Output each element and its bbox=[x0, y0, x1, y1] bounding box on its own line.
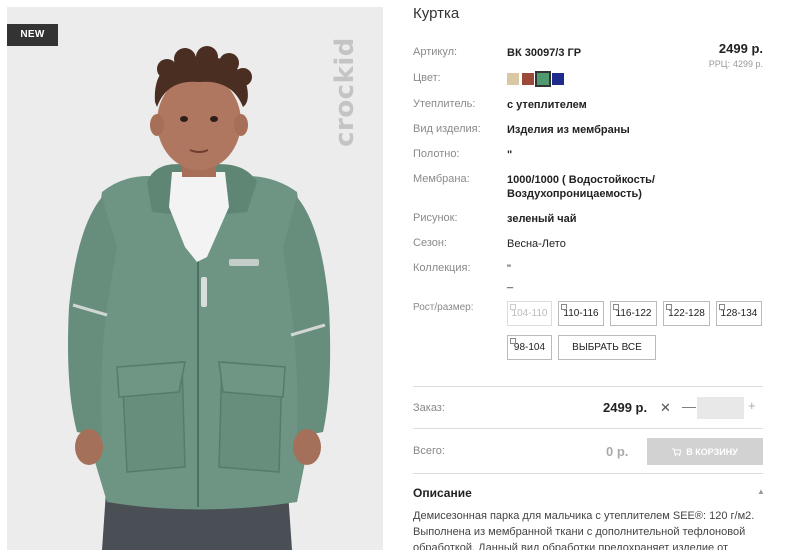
size-label: 110-116 bbox=[563, 308, 599, 319]
order-label: Заказ: bbox=[413, 402, 445, 414]
size-checkbox bbox=[613, 304, 619, 310]
size-128-134[interactable]: 128-134 bbox=[716, 301, 762, 326]
size-label: 122-128 bbox=[668, 308, 705, 319]
spec-label-size: Рост/размер: bbox=[413, 302, 474, 313]
quantity-minus-button[interactable]: — bbox=[682, 398, 696, 414]
divider bbox=[413, 428, 763, 429]
spec-label-season: Сезон: bbox=[413, 237, 447, 249]
spec-value-fabric: " bbox=[507, 149, 513, 161]
add-to-cart-button[interactable]: В КОРЗИНУ bbox=[647, 438, 763, 465]
spec-label-fabric: Полотно: bbox=[413, 148, 460, 160]
chevron-up-icon[interactable]: ▲ bbox=[757, 487, 765, 496]
color-swatch-navy[interactable] bbox=[552, 73, 564, 85]
divider bbox=[413, 386, 763, 387]
spec-label-color: Цвет: bbox=[413, 72, 441, 84]
spec-label-pattern: Рисунок: bbox=[413, 212, 458, 224]
spec-label-product-type: Вид изделия: bbox=[413, 123, 481, 135]
size-110-116[interactable]: 110-116 bbox=[558, 301, 604, 326]
size-98-104[interactable]: 98-104 bbox=[507, 335, 552, 360]
rrp-value: 4299 р. bbox=[732, 59, 763, 69]
color-swatch-beige[interactable] bbox=[507, 73, 519, 85]
size-label: 116-122 bbox=[615, 308, 652, 319]
select-all-sizes-button[interactable]: ВЫБРАТЬ ВСЕ bbox=[558, 335, 656, 360]
size-label: 128-134 bbox=[720, 308, 758, 319]
size-label: 104-110 bbox=[511, 308, 548, 319]
size-checkbox bbox=[510, 304, 516, 310]
new-badge: NEW bbox=[7, 24, 58, 46]
product-title: Куртка bbox=[413, 5, 460, 22]
brand-watermark: crockid bbox=[325, 27, 365, 157]
size-checkbox bbox=[719, 304, 725, 310]
spec-value-collection: " _ bbox=[507, 263, 514, 289]
size-116-122[interactable]: 116-122 bbox=[610, 301, 657, 326]
quantity-input[interactable] bbox=[697, 397, 744, 419]
quantity-plus-button[interactable]: + bbox=[748, 398, 756, 413]
add-to-cart-label: В КОРЗИНУ bbox=[686, 446, 738, 457]
total-label: Всего: bbox=[413, 445, 445, 457]
spec-label-membrane: Мембрана: bbox=[413, 173, 470, 185]
spec-label-collection: Коллекция: bbox=[413, 262, 471, 274]
spec-value-article: ВК 30097/3 ГР bbox=[507, 47, 582, 59]
size-checkbox bbox=[666, 304, 672, 310]
spec-value-membrane: 1000/1000 ( Водостойкость/ Воздухопрониц… bbox=[507, 174, 655, 200]
color-swatch-green[interactable] bbox=[535, 71, 551, 87]
order-price: 2499 р. bbox=[603, 400, 648, 415]
description-text: Демисезонная парка для мальчика с утепли… bbox=[413, 510, 755, 550]
size-checkbox bbox=[510, 338, 516, 344]
rrp-label: РРЦ: bbox=[708, 59, 730, 69]
total-value: 0 р. bbox=[606, 444, 629, 459]
size-122-128[interactable]: 122-128 bbox=[663, 301, 710, 326]
size-label: 98-104 bbox=[513, 342, 546, 353]
color-swatch-brown[interactable] bbox=[522, 73, 534, 85]
product-photo[interactable]: crockid bbox=[7, 7, 383, 550]
spec-value-season: Весна-Лето bbox=[507, 238, 566, 250]
close-icon[interactable]: ✕ bbox=[660, 400, 671, 416]
color-swatches bbox=[507, 71, 564, 87]
size-checkbox bbox=[561, 304, 567, 310]
spec-value-product-type: Изделия из мембраны bbox=[507, 124, 630, 136]
spec-value-pattern: зеленый чай bbox=[507, 213, 577, 225]
product-price: 2499 р. bbox=[718, 41, 763, 56]
spec-label-article: Артикул: bbox=[413, 46, 458, 58]
description-heading[interactable]: Описание bbox=[413, 486, 472, 500]
rrp-price: РРЦ: 4299 р. bbox=[706, 59, 763, 69]
brand-watermark-text: crockid bbox=[330, 37, 360, 147]
divider bbox=[413, 473, 763, 474]
cart-icon bbox=[672, 448, 682, 456]
size-104-110[interactable]: 104-110 bbox=[507, 301, 552, 326]
spec-label-insulation: Утеплитель: bbox=[413, 98, 476, 110]
spec-value-insulation: с утеплителем bbox=[507, 99, 587, 111]
